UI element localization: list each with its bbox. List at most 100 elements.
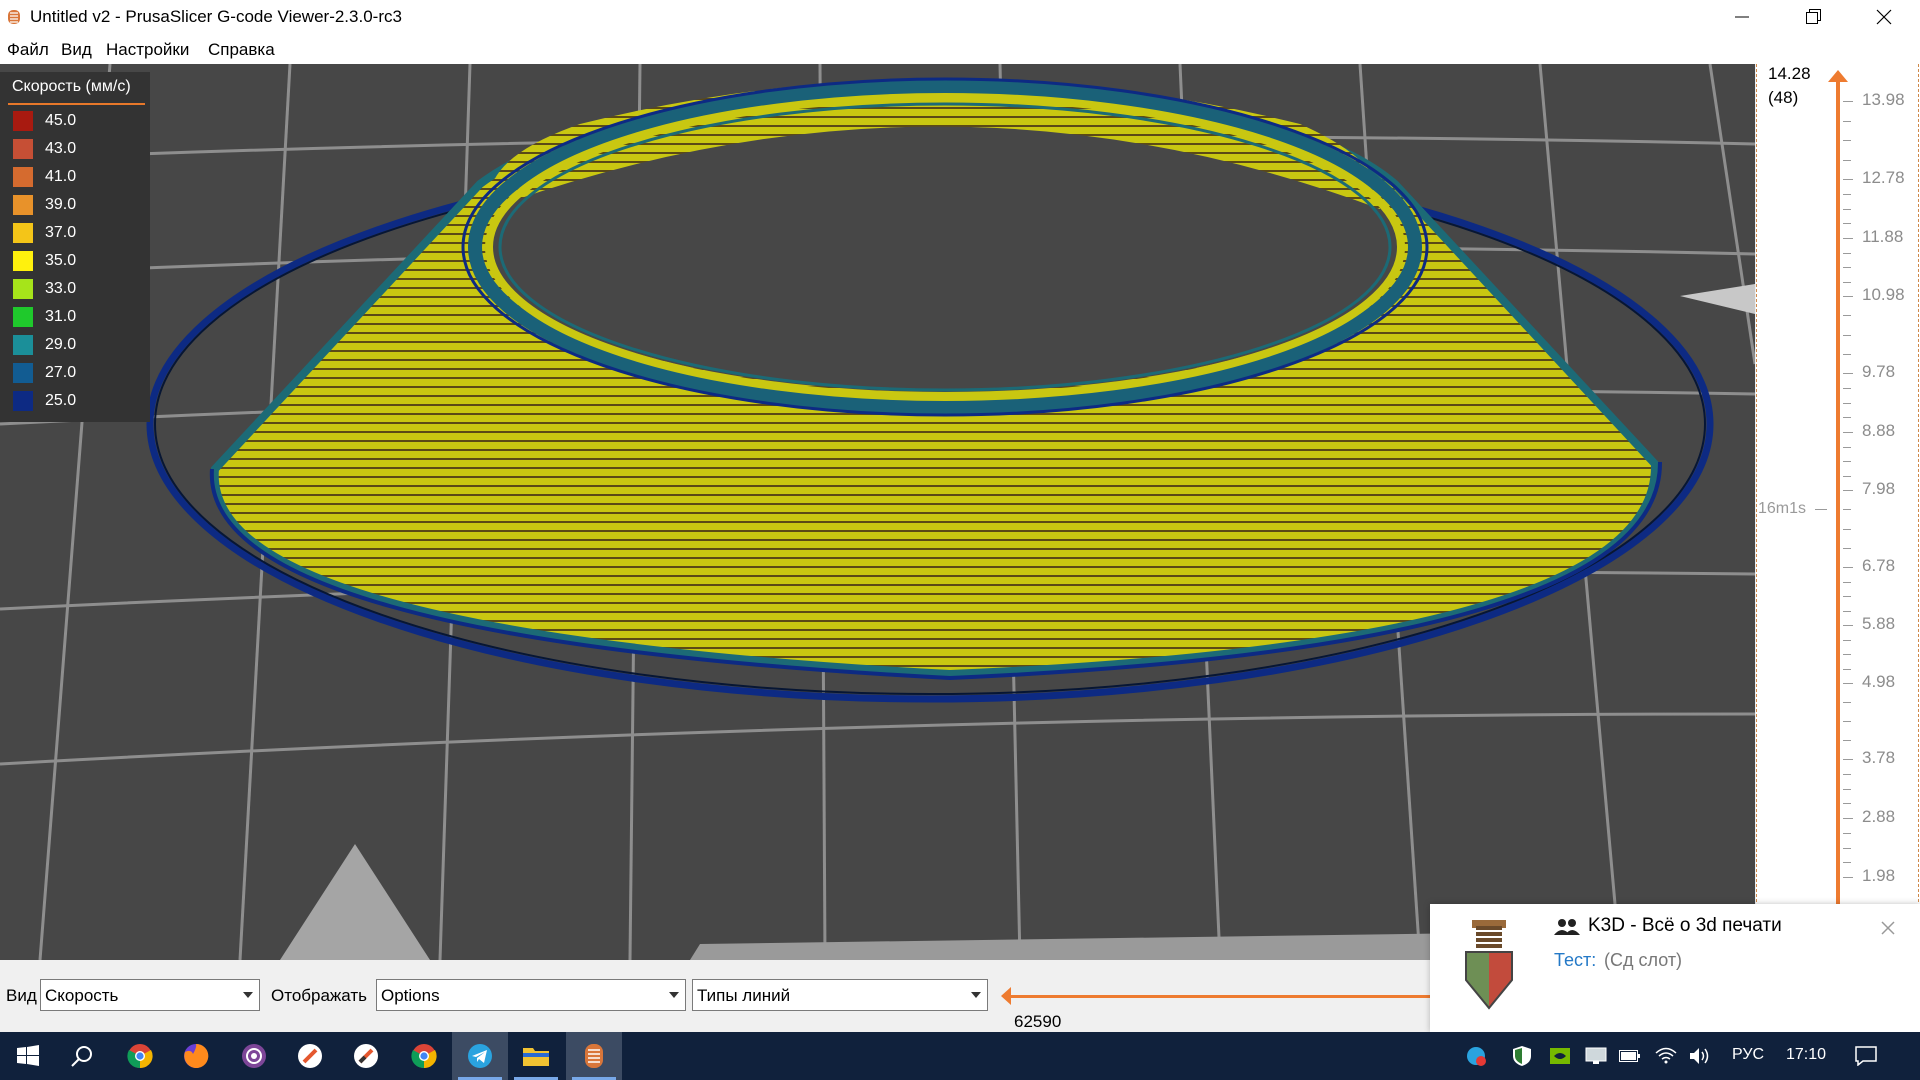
line-types-select[interactable]: Типы линий [692,979,988,1011]
menu-view[interactable]: Вид [61,40,92,60]
estimated-time-label: 16m1s [1758,500,1807,517]
menu-help[interactable]: Справка [208,40,275,60]
3d-viewport[interactable] [0,64,1755,960]
chevron-down-icon [971,992,981,998]
layer-minor-tick [1843,668,1851,670]
chrome-alt-icon[interactable] [396,1032,452,1080]
layer-tick-label: 12.78 [1862,168,1905,187]
layer-tick-label: 3.78 [1862,748,1896,767]
layer-tick-label: 9.78 [1862,362,1896,381]
legend-item: 37.0 [13,223,143,243]
close-button[interactable] [1856,0,1912,34]
layer-minor-tick [1843,120,1851,122]
tor-browser-icon[interactable] [226,1032,282,1080]
nvidia-icon[interactable] [1544,1032,1576,1080]
nozzle-icon [1465,920,1513,1010]
telegram-icon[interactable] [452,1032,508,1080]
file-explorer-icon[interactable] [508,1032,564,1080]
layer-minor-tick [1843,788,1851,790]
legend-swatch [13,279,33,299]
layer-minor-tick [1843,581,1851,583]
battery-icon[interactable] [1614,1032,1646,1080]
layer-minor-tick [1843,140,1851,141]
legend-item: 41.0 [13,167,143,187]
legend-item: 45.0 [13,111,143,131]
legend-swatch [13,335,33,355]
layer-minor-tick [1843,528,1851,530]
legend-label: 39.0 [45,196,77,213]
layer-tick [1843,490,1853,491]
windows-start-icon[interactable] [0,1032,56,1080]
legend-label: 35.0 [45,252,77,269]
legend-item: 39.0 [13,195,143,215]
layer-minor-tick [1843,654,1851,655]
close-icon[interactable] [1878,918,1898,938]
view-type-value: Скорость [45,986,119,1005]
layer-slider-top-thumb[interactable] [1828,70,1848,82]
prusaslicer-icon[interactable] [566,1032,622,1080]
layer-minor-tick [1843,803,1851,805]
legend-item: 35.0 [13,251,143,271]
telegram-tray-icon[interactable] [1460,1032,1492,1080]
legend-item: 33.0 [13,279,143,299]
legend-swatch [13,139,33,159]
line-types-value: Типы линий [697,986,791,1005]
restore-button[interactable] [1786,0,1842,34]
view-label: Вид [6,986,37,1005]
layer-tick [1843,101,1853,102]
slicer-alt-icon[interactable] [338,1032,394,1080]
legend-swatch [13,223,33,243]
layer-minor-tick [1843,832,1851,834]
notification-message: (Сд слот) [1604,950,1683,970]
layer-tick [1843,877,1853,878]
legend-swatch [13,391,33,411]
notification-title: K3D - Всё о 3d печати [1588,915,1782,936]
close-icon [1876,9,1892,25]
wifi-icon[interactable] [1650,1032,1682,1080]
display-icon[interactable] [1580,1032,1612,1080]
restore-icon [1806,9,1821,24]
legend-item: 29.0 [13,335,143,355]
bed-marker-triangle [280,844,430,960]
layer-tick [1843,567,1853,568]
layer-tick-label: 8.88 [1862,421,1896,440]
layer-slider-track[interactable] [1836,76,1840,1030]
search-icon[interactable] [54,1032,110,1080]
move-slider-value: 62590 [1014,1012,1062,1031]
layer-minor-tick [1843,639,1851,641]
input-language[interactable]: РУС [1732,1046,1764,1064]
options-select[interactable]: Options [376,979,686,1011]
layer-tick [1843,373,1853,374]
legend-item: 31.0 [13,307,143,327]
chrome-icon[interactable] [112,1032,168,1080]
slicer-icon[interactable] [282,1032,338,1080]
layer-tick [1843,683,1853,684]
volume-icon[interactable] [1684,1032,1716,1080]
estimated-time-tick [1815,509,1827,510]
notification-center-icon[interactable] [1842,1032,1890,1080]
gcode-preview-scene [0,64,1755,960]
legend-label: 41.0 [45,168,77,185]
legend-label: 29.0 [45,336,77,353]
move-slider-track[interactable] [1008,995,1430,998]
view-type-select[interactable]: Скорость [40,979,260,1011]
menu-settings[interactable]: Настройки [106,40,189,60]
show-label: Отображать [271,986,368,1005]
layer-tick-label: 5.88 [1862,614,1896,633]
clock[interactable]: 17:10 [1786,1046,1826,1064]
layer-minor-tick [1843,702,1851,703]
layer-tick [1843,759,1853,760]
menu-bar [0,34,1920,64]
move-slider-thumb[interactable] [1001,987,1011,1005]
side-marker-triangle [1680,284,1755,314]
minimize-button[interactable] [1714,0,1770,34]
prusaslicer-app-icon [8,10,20,24]
layer-minor-tick [1843,475,1851,477]
layer-tick-label: 11.88 [1862,227,1904,246]
security-shield-icon[interactable] [1506,1032,1538,1080]
layer-minor-tick [1843,353,1851,355]
firefox-icon[interactable] [168,1032,224,1080]
menu-file[interactable]: Файл [7,40,49,60]
legend-label: 37.0 [45,224,77,241]
legend-label: 45.0 [45,112,77,129]
